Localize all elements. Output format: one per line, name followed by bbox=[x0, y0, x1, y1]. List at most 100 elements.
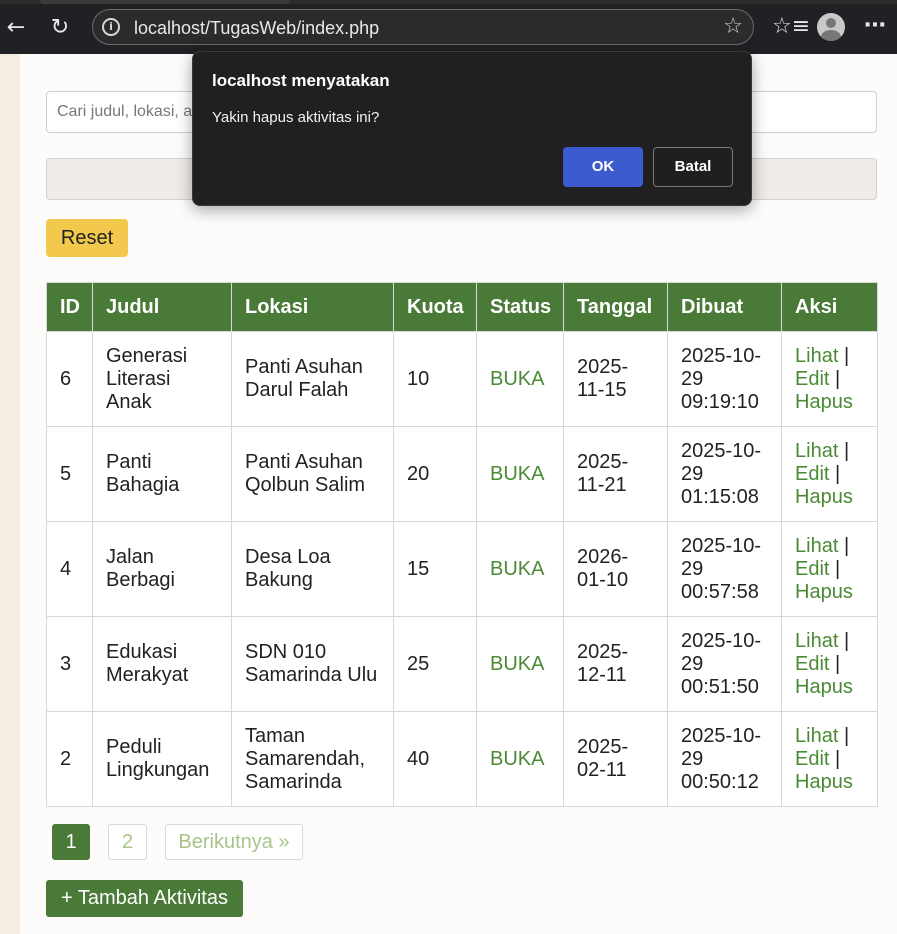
cell-kuota: 25 bbox=[393, 616, 477, 712]
action-separator: | bbox=[843, 629, 850, 652]
action-separator: | bbox=[843, 344, 850, 367]
action-separator: | bbox=[843, 439, 850, 462]
cell-id: 4 bbox=[46, 521, 93, 617]
cell-aksi: Lihat | Edit | Hapus bbox=[781, 711, 878, 807]
cell-dibuat: 2025-10-29 00:57:58 bbox=[667, 521, 782, 617]
favorites-icon[interactable]: ☆≡ bbox=[772, 14, 810, 40]
column-header-judul[interactable]: Judul bbox=[92, 282, 232, 332]
cancel-button[interactable]: Batal bbox=[653, 147, 733, 187]
delete-link[interactable]: Hapus bbox=[795, 771, 853, 793]
cell-tanggal: 2025-11-15 bbox=[563, 331, 668, 427]
cell-judul: Panti Bahagia bbox=[92, 426, 232, 522]
cell-tanggal: 2026-01-10 bbox=[563, 521, 668, 617]
cell-judul: Peduli Lingkungan bbox=[92, 711, 232, 807]
back-icon[interactable]: ← bbox=[2, 14, 30, 42]
column-header-status[interactable]: Status bbox=[476, 282, 564, 332]
page-2-button[interactable]: 2 bbox=[108, 824, 147, 860]
cell-judul: Jalan Berbagi bbox=[92, 521, 232, 617]
cell-id: 6 bbox=[46, 331, 93, 427]
cell-dibuat: 2025-10-29 09:19:10 bbox=[667, 331, 782, 427]
cell-id: 2 bbox=[46, 711, 93, 807]
cell-lokasi: Taman Samarendah, Samarinda bbox=[231, 711, 394, 807]
cell-id: 3 bbox=[46, 616, 93, 712]
ok-button[interactable]: OK bbox=[563, 147, 643, 187]
column-header-kuota[interactable]: Kuota bbox=[393, 282, 477, 332]
url-text[interactable]: localhost/TugasWeb/index.php bbox=[134, 18, 379, 38]
cell-dibuat: 2025-10-29 00:50:12 bbox=[667, 711, 782, 807]
cell-kuota: 40 bbox=[393, 711, 477, 807]
cell-lokasi: Panti Asuhan Darul Falah bbox=[231, 331, 394, 427]
action-separator: | bbox=[835, 747, 841, 770]
delete-link[interactable]: Hapus bbox=[795, 676, 853, 698]
delete-link[interactable]: Hapus bbox=[795, 486, 853, 508]
action-separator: | bbox=[835, 367, 841, 390]
page-1-button[interactable]: 1 bbox=[52, 824, 90, 860]
view-link[interactable]: Lihat bbox=[795, 630, 838, 652]
cell-judul: Edukasi Merakyat bbox=[92, 616, 232, 712]
cell-status: BUKA bbox=[476, 331, 564, 427]
action-separator: | bbox=[835, 652, 841, 675]
table-row: 3 Edukasi Merakyat SDN 010 Samarinda Ulu… bbox=[46, 616, 878, 712]
cell-tanggal: 2025-11-21 bbox=[563, 426, 668, 522]
cell-judul: Generasi Literasi Anak bbox=[92, 331, 232, 427]
table-row: 2 Peduli Lingkungan Taman Samarendah, Sa… bbox=[46, 711, 878, 807]
cell-dibuat: 2025-10-29 01:15:08 bbox=[667, 426, 782, 522]
activity-table: ID Judul Lokasi Kuota Status Tanggal Dib… bbox=[46, 282, 878, 807]
column-header-lokasi[interactable]: Lokasi bbox=[231, 282, 394, 332]
cell-status: BUKA bbox=[476, 426, 564, 522]
cell-tanggal: 2025-02-11 bbox=[563, 711, 668, 807]
edit-link[interactable]: Edit bbox=[795, 653, 829, 675]
cell-aksi: Lihat | Edit | Hapus bbox=[781, 616, 878, 712]
next-page-button[interactable]: Berikutnya » bbox=[165, 824, 303, 860]
edit-link[interactable]: Edit bbox=[795, 748, 829, 770]
view-link[interactable]: Lihat bbox=[795, 725, 838, 747]
reload-icon[interactable]: ↻ bbox=[46, 14, 74, 42]
action-separator: | bbox=[835, 557, 841, 580]
view-link[interactable]: Lihat bbox=[795, 345, 838, 367]
profile-icon[interactable] bbox=[817, 13, 845, 41]
more-icon[interactable]: ⋯ bbox=[864, 12, 886, 40]
table-row: 6 Generasi Literasi Anak Panti Asuhan Da… bbox=[46, 331, 878, 427]
cell-aksi: Lihat | Edit | Hapus bbox=[781, 331, 878, 427]
table-row: 4 Jalan Berbagi Desa Loa Bakung 15 BUKA … bbox=[46, 521, 878, 617]
dialog-message: Yakin hapus aktivitas ini? bbox=[212, 109, 380, 126]
table-row: 5 Panti Bahagia Panti Asuhan Qolbun Sali… bbox=[46, 426, 878, 522]
cell-lokasi: Desa Loa Bakung bbox=[231, 521, 394, 617]
confirm-dialog: localhost menyatakan Yakin hapus aktivit… bbox=[192, 51, 752, 206]
cell-kuota: 15 bbox=[393, 521, 477, 617]
cell-lokasi: Panti Asuhan Qolbun Salim bbox=[231, 426, 394, 522]
column-header-tanggal[interactable]: Tanggal bbox=[563, 282, 668, 332]
bookmark-star-icon[interactable]: ☆ bbox=[723, 15, 743, 39]
dialog-title: localhost menyatakan bbox=[212, 71, 390, 90]
delete-link[interactable]: Hapus bbox=[795, 391, 853, 413]
cell-id: 5 bbox=[46, 426, 93, 522]
delete-link[interactable]: Hapus bbox=[795, 581, 853, 603]
view-link[interactable]: Lihat bbox=[795, 535, 838, 557]
column-header-id[interactable]: ID bbox=[46, 282, 93, 332]
action-separator: | bbox=[843, 534, 850, 557]
edit-link[interactable]: Edit bbox=[795, 463, 829, 485]
active-tab[interactable] bbox=[40, 0, 290, 4]
cell-lokasi: SDN 010 Samarinda Ulu bbox=[231, 616, 394, 712]
cell-kuota: 20 bbox=[393, 426, 477, 522]
reset-button[interactable]: Reset bbox=[46, 219, 128, 257]
cell-status: BUKA bbox=[476, 711, 564, 807]
site-info-icon[interactable]: i bbox=[102, 18, 120, 36]
view-link[interactable]: Lihat bbox=[795, 440, 838, 462]
action-separator: | bbox=[843, 724, 850, 747]
edit-link[interactable]: Edit bbox=[795, 368, 829, 390]
cell-status: BUKA bbox=[476, 521, 564, 617]
cell-dibuat: 2025-10-29 00:51:50 bbox=[667, 616, 782, 712]
edit-link[interactable]: Edit bbox=[795, 558, 829, 580]
cell-aksi: Lihat | Edit | Hapus bbox=[781, 521, 878, 617]
cell-kuota: 10 bbox=[393, 331, 477, 427]
add-activity-button[interactable]: + Tambah Aktivitas bbox=[46, 880, 243, 917]
column-header-aksi: Aksi bbox=[781, 282, 878, 332]
tab-strip bbox=[0, 0, 897, 4]
column-header-dibuat[interactable]: Dibuat bbox=[667, 282, 782, 332]
cell-tanggal: 2025-12-11 bbox=[563, 616, 668, 712]
cell-status: BUKA bbox=[476, 616, 564, 712]
address-bar[interactable]: i localhost/TugasWeb/index.php ☆ bbox=[92, 9, 754, 45]
cell-aksi: Lihat | Edit | Hapus bbox=[781, 426, 878, 522]
table-header-row: ID Judul Lokasi Kuota Status Tanggal Dib… bbox=[46, 282, 878, 332]
